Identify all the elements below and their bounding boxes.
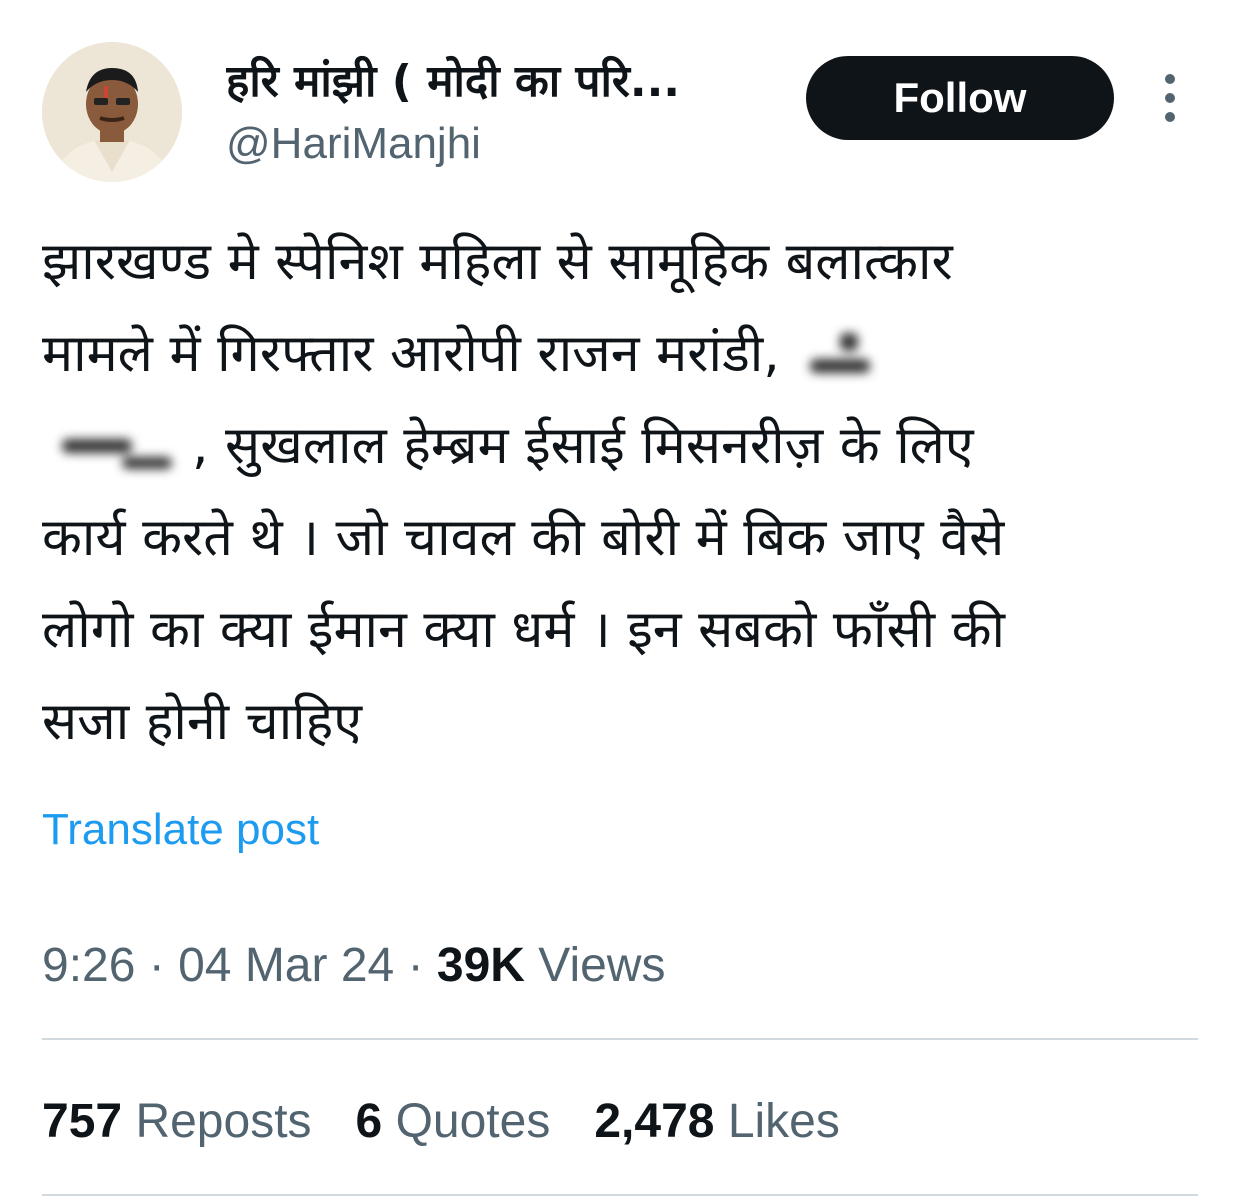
tweet-text: झारखण्ड मे स्पेनिश महिला से सामूहिक बलात… [42,216,1202,768]
reposts-label: Reposts [135,1095,312,1148]
likes-count: 2,478 [594,1095,715,1148]
dot-icon [1165,93,1175,103]
author-handle[interactable]: @HariManjhi [226,114,481,174]
quotes-label: Quotes [395,1095,551,1148]
tweet-line: सजा होनी चाहिए [42,692,362,752]
views-label: Views [538,939,666,992]
translate-post-link[interactable]: Translate post [42,800,319,860]
meta-separator: · [407,939,424,992]
tweet-meta: 9:26 · 04 Mar 24 · 39K Views [42,934,665,998]
tweet-line: लोगो का क्या ईमान क्या धर्म । इन सबको फा… [42,600,1006,660]
views-count: 39K [436,939,525,992]
tweet-time[interactable]: 9:26 [42,939,135,992]
redacted-blur [796,325,880,389]
quotes-stat[interactable]: 6 Quotes [356,1090,551,1154]
tweet-line-text: मामले में गिरफ्तार आरोपी राजन मरांडी, [42,324,780,384]
profile-photo [42,42,182,182]
likes-label: Likes [727,1095,840,1148]
avatar[interactable] [42,42,182,182]
engagement-stats: 757 Reposts 6 Quotes 2,478 Likes [42,1090,840,1154]
reposts-stat[interactable]: 757 Reposts [42,1090,312,1154]
dot-icon [1165,74,1175,84]
divider [42,1194,1198,1196]
tweet-line: कार्य करते थे । जो चावल की बोरी में बिक … [42,508,1005,568]
author-display-name[interactable]: हरि मांझी ( मोदी का परि... [226,52,766,112]
tweet-line-with-redaction: , सुखलाल हेम्ब्रम ईसाई मिसनरीज़ के लिए [42,400,1202,492]
tweet-date[interactable]: 04 Mar 24 [178,939,394,992]
follow-button[interactable]: Follow [806,56,1114,140]
likes-stat[interactable]: 2,478 Likes [594,1090,840,1154]
vertical-ellipsis-icon[interactable] [1150,74,1190,122]
tweet-line-with-redaction: मामले में गिरफ्तार आरोपी राजन मरांडी, [42,308,1202,400]
dot-icon [1165,112,1175,122]
redacted-blur [42,419,192,479]
meta-separator: · [148,939,165,992]
reposts-count: 757 [42,1095,123,1148]
divider [42,1038,1198,1040]
tweet-line: झारखण्ड मे स्पेनिश महिला से सामूहिक बलात… [42,232,953,292]
quotes-count: 6 [355,1095,383,1148]
tweet-line-text: , सुखलाल हेम्ब्रम ईसाई मिसनरीज़ के लिए [192,416,974,476]
